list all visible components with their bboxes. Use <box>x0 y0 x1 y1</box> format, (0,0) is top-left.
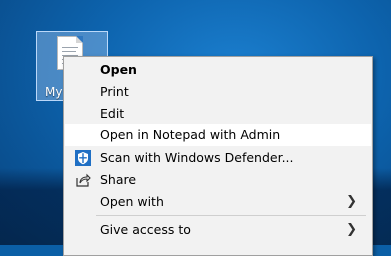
menu-item-label: Open with <box>100 194 164 209</box>
menu-item-label: Print <box>100 84 129 99</box>
chevron-right-icon: ❯ <box>346 194 357 209</box>
chevron-right-icon: ❯ <box>346 222 357 237</box>
menu-item-label: Give access to <box>100 222 191 237</box>
menu-item-share[interactable]: Share <box>65 169 371 191</box>
menu-item-open[interactable]: Open <box>65 59 371 81</box>
menu-separator <box>96 215 366 216</box>
menu-item-open-with[interactable]: Open with ❯ <box>65 191 371 213</box>
menu-item-give-access[interactable]: Give access to ❯ <box>65 219 371 241</box>
windows-defender-shield-icon <box>75 150 91 166</box>
share-icon <box>75 172 91 188</box>
menu-item-print[interactable]: Print <box>65 81 371 103</box>
menu-item-scan-defender[interactable]: Scan with Windows Defender... <box>65 147 371 169</box>
menu-item-label: Open in Notepad with Admin <box>100 127 281 142</box>
menu-item-label: Share <box>100 172 137 187</box>
menu-item-label: Open <box>100 62 137 77</box>
desktop-file-label: My <box>45 85 63 99</box>
menu-item-label: Scan with Windows Defender... <box>100 150 294 165</box>
menu-item-label: Edit <box>100 106 125 121</box>
menu-item-edit[interactable]: Edit <box>65 103 371 125</box>
context-menu: Open Print Edit Open in Notepad with Adm… <box>63 56 373 256</box>
menu-item-open-notepad-admin[interactable]: Open in Notepad with Admin <box>65 124 371 146</box>
